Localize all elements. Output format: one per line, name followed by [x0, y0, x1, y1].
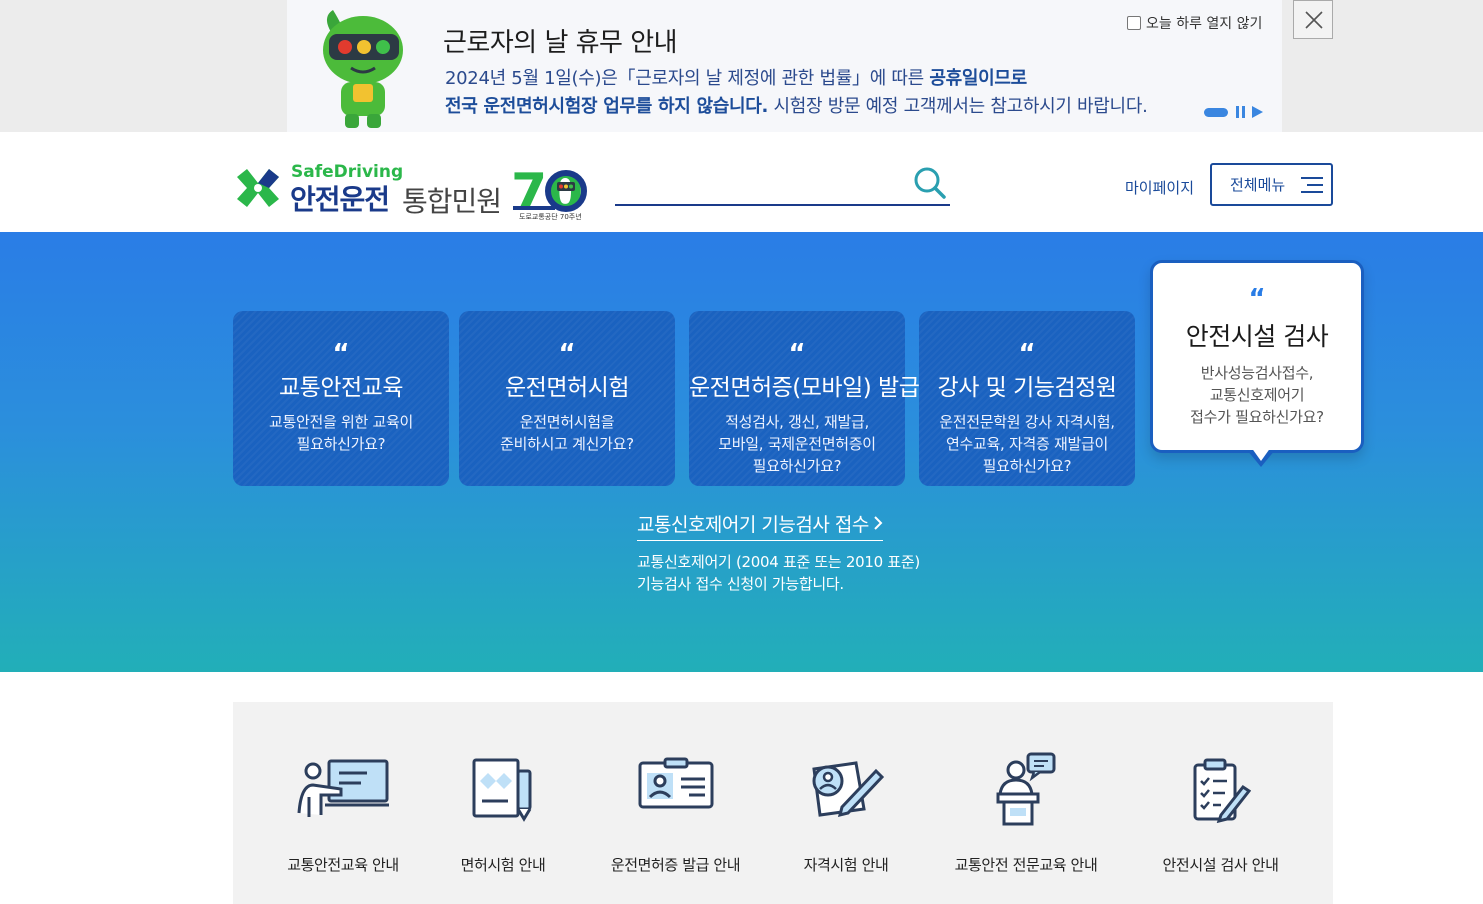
quote-icon: “: [332, 339, 350, 369]
search-bar: [615, 164, 950, 206]
play-icon[interactable]: [1252, 106, 1263, 118]
quick-item-label: 교통안전교육 안내: [287, 856, 399, 874]
quick-item-facility-inspection[interactable]: 안전시설 검사 안내: [1143, 702, 1298, 904]
notice-banner: 근로자의 날 휴무 안내 2024년 5월 1일(수)은「근로자의 날 제정에 …: [0, 0, 1483, 132]
dismiss-today-checkbox[interactable]: 오늘 하루 열지 않기: [1127, 13, 1262, 33]
card-description: 운전전문학원 강사 자격시험, 연수교육, 자격증 재발급이 필요하신가요?: [939, 413, 1115, 475]
site-header: SafeDriving 안전운전 통합민원 70 도로교통공단 70주년 마이페…: [0, 132, 1483, 232]
signal-controller-inspection-link[interactable]: 교통신호제어기 기능검사 접수: [637, 510, 883, 541]
search-icon[interactable]: [913, 166, 947, 200]
notice-line-1: 2024년 5월 1일(수)은「근로자의 날 제정에 관한 법률」에 따른 공휴…: [445, 64, 1027, 90]
notice-slider-controls: [1204, 106, 1263, 118]
id-card-icon: [638, 757, 713, 809]
hamburger-icon: [1301, 176, 1324, 193]
card-title: 강사 및 기능검정원: [937, 375, 1117, 401]
card-license-exam[interactable]: “ 운전면허시험 운전면허시험을 준비하시고 계신가요?: [459, 311, 675, 486]
quick-item-label: 면허시험 안내: [460, 856, 546, 874]
card-title: 운전면허증(모바일) 발급: [689, 375, 920, 401]
card-title: 운전면허시험: [505, 375, 629, 401]
presentation-icon: [297, 759, 389, 817]
anniversary-caption: 도로교통공단 70주년: [519, 213, 582, 221]
speech-tail: [1247, 447, 1275, 467]
anniversary-70-icon: 70: [511, 164, 587, 214]
logo-korean: 안전운전: [290, 183, 390, 216]
quick-item-traffic-education[interactable]: 교통안전교육 안내: [273, 702, 413, 904]
dismiss-today-label: 오늘 하루 열지 않기: [1146, 16, 1263, 32]
traffic-mascot-icon: [323, 10, 403, 128]
hero-link-label: 교통신호제어기 기능검사 접수: [637, 514, 869, 536]
card-description: 적성검사, 갱신, 재발급, 모바일, 국제운전면허증이 필요하신가요?: [718, 413, 876, 475]
notice-close-button[interactable]: [1293, 0, 1333, 39]
hero-link-description: 교통신호제어기 (2004 표준 또는 2010 표준) 기능검사 접수 신청이…: [637, 553, 920, 593]
card-description: 운전면허시험을 준비하시고 계신가요?: [500, 413, 634, 453]
exam-icon: [812, 761, 885, 818]
logo-service-name: 통합민원: [402, 185, 502, 218]
document-pen-icon: [472, 758, 532, 822]
checkbox-icon[interactable]: [1127, 16, 1141, 30]
notice-line-2: 전국 운전면허시험장 업무를 하지 않습니다. 시험장 방문 예정 고객께서는 …: [445, 92, 1148, 118]
card-instructor-examiner[interactable]: “ 강사 및 기능검정원 운전전문학원 강사 자격시험, 연수교육, 자격증 재…: [919, 311, 1135, 486]
quick-item-label: 교통안전 전문교육 안내: [954, 856, 1098, 874]
notice-title: 근로자의 날 휴무 안내: [443, 28, 678, 58]
notice-line-2-text: 시험장 방문 예정 고객께서는 참고하시기 바랍니다.: [768, 96, 1148, 117]
pause-icon[interactable]: [1234, 106, 1246, 118]
card-title: 안전시설 검사: [1185, 322, 1329, 351]
all-menu-button[interactable]: 전체메뉴: [1210, 163, 1333, 206]
card-description: 반사성능검사접수, 교통신호제어기 접수가 필요하신가요?: [1190, 364, 1324, 426]
checklist-icon: [1193, 758, 1251, 823]
quick-item-label: 자격시험 안내: [803, 856, 889, 874]
search-input[interactable]: [615, 164, 905, 202]
mypage-link[interactable]: 마이페이지: [1125, 177, 1194, 198]
quote-icon: “: [1248, 284, 1266, 314]
quote-icon: “: [558, 339, 576, 369]
card-safety-facility-inspection[interactable]: “ 안전시설 검사 반사성능검사접수, 교통신호제어기 접수가 필요하신가요?: [1150, 260, 1364, 467]
all-menu-label: 전체메뉴: [1230, 176, 1286, 194]
quick-item-label: 안전시설 검사 안내: [1162, 856, 1279, 874]
quick-menu: 교통안전교육 안내 면허시험 안내 운전면허증 발급 안내 자격시험 안내 교통…: [233, 702, 1333, 904]
card-title: 교통안전교육: [279, 375, 403, 401]
quick-item-professional-education[interactable]: 교통안전 전문교육 안내: [940, 702, 1112, 904]
slide-indicator[interactable]: [1204, 107, 1228, 117]
quick-item-license-issuance[interactable]: 운전면허증 발급 안내: [598, 702, 753, 904]
chevron-right-icon: [873, 514, 883, 536]
quote-icon: “: [1018, 339, 1036, 369]
quick-item-qualification-exam[interactable]: 자격시험 안내: [786, 702, 906, 904]
card-traffic-safety-education[interactable]: “ 교통안전교육 교통안전을 위한 교육이 필요하신가요?: [233, 311, 449, 486]
hero-section: “ 교통안전교육 교통안전을 위한 교육이 필요하신가요? “ 운전면허시험 운…: [0, 232, 1483, 672]
card-description: 교통안전을 위한 교육이 필요하신가요?: [269, 413, 413, 453]
notice-line-1-emphasis: 공휴일이므로: [929, 68, 1027, 89]
quick-item-label: 운전면허증 발급 안내: [610, 856, 741, 874]
quote-icon: “: [788, 339, 806, 369]
card-license-issuance[interactable]: “ 운전면허증(모바일) 발급 적성검사, 갱신, 재발급, 모바일, 국제운전…: [689, 311, 920, 486]
quick-item-license-exam[interactable]: 면허시험 안내: [443, 702, 563, 904]
site-logo[interactable]: SafeDriving 안전운전 통합민원 70 도로교통공단 70주년: [233, 162, 593, 226]
clover-logo-icon: [237, 169, 279, 207]
notice-line-2-emphasis: 전국 운전면허시험장 업무를 하지 않습니다.: [445, 96, 769, 117]
notice-line-1-text: 2024년 5월 1일(수)은「근로자의 날 제정에 관한 법률」에 따른: [445, 68, 930, 89]
close-icon: [1305, 11, 1323, 29]
lecturer-icon: [996, 752, 1056, 826]
